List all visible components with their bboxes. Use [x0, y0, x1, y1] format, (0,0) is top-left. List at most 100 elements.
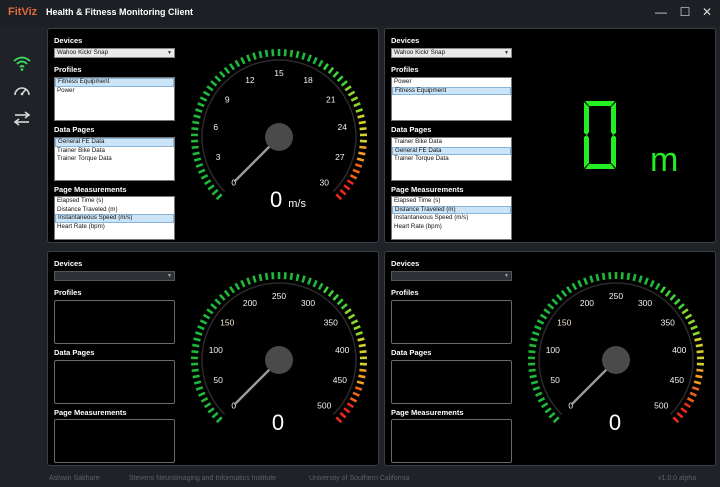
- gauge-scale-tick: [193, 337, 201, 342]
- device-select[interactable]: ▼: [54, 271, 175, 281]
- minimize-button[interactable]: —: [652, 4, 670, 20]
- chevron-down-icon[interactable]: ▼: [167, 50, 172, 56]
- gauge-scale-tick: [696, 368, 704, 373]
- gauge-tick-label: 400: [335, 345, 349, 355]
- gauge-scale-tick: [258, 273, 263, 282]
- gauge-scale-tick: [672, 416, 680, 424]
- list-item[interactable]: Power: [392, 78, 511, 87]
- gauge-scale-tick: [198, 168, 206, 174]
- chevron-down-icon[interactable]: ▼: [504, 50, 509, 56]
- gauge-scale-tick: [654, 282, 661, 291]
- list-item[interactable]: General FE Data: [55, 138, 174, 147]
- list-item[interactable]: Elapsed Time (s): [392, 197, 511, 206]
- maximize-button[interactable]: ☐: [676, 4, 694, 20]
- data-pages-list[interactable]: [391, 360, 512, 404]
- gauge-tick-label: 3: [216, 152, 221, 162]
- gauge-scale-tick: [676, 411, 684, 419]
- gauge-tick-label: 450: [333, 375, 347, 385]
- gauge-scale-tick: [589, 275, 594, 283]
- gauge-scale-tick: [529, 374, 537, 379]
- gauge-scale-tick: [193, 114, 201, 119]
- gauge-scale-tick: [340, 80, 348, 87]
- gauge-scale-tick: [632, 273, 637, 282]
- gauge-scale-tick: [349, 174, 358, 180]
- chevron-down-icon[interactable]: ▼: [167, 273, 172, 279]
- list-item[interactable]: Instantaneous Speed (m/s): [55, 214, 174, 223]
- profiles-list[interactable]: [391, 300, 512, 344]
- close-button[interactable]: ✕: [698, 4, 716, 20]
- list-item[interactable]: Instantaneous Speed (m/s): [392, 214, 511, 223]
- gauge-scale-tick: [358, 120, 366, 125]
- title-bar: FitViz Health & Fitness Monitoring Clien…: [0, 0, 720, 26]
- list-item[interactable]: Fitness Equipment: [392, 86, 511, 95]
- chevron-down-icon[interactable]: ▼: [504, 273, 509, 279]
- speedometer-icon[interactable]: [11, 81, 33, 101]
- readout-value: 0: [271, 410, 285, 435]
- data-pages-list[interactable]: [54, 360, 175, 404]
- gauge-scale-tick: [234, 282, 241, 291]
- gauge-tick-label: 150: [220, 317, 234, 327]
- page-measurements-list[interactable]: Elapsed Time (s) Distance Traveled (m) Ins…: [54, 196, 175, 240]
- gauge-scale-tick: [532, 386, 541, 391]
- profiles-list[interactable]: Fitness Equipment Power: [54, 77, 175, 121]
- gauge-scale-tick: [295, 50, 300, 59]
- gauge-tick-label: 450: [670, 375, 684, 385]
- gauge-scale-tick: [210, 80, 218, 87]
- list-item[interactable]: Distance Traveled (m): [55, 206, 174, 215]
- page-measurements-list[interactable]: [391, 419, 512, 463]
- readout-value: 0: [270, 187, 283, 212]
- device-select[interactable]: Wahoo Kickr Snap ▼: [54, 48, 175, 58]
- swap-arrows-icon[interactable]: [11, 109, 33, 129]
- data-pages-label: Data Pages: [54, 125, 95, 134]
- wifi-icon[interactable]: [11, 54, 33, 74]
- gauge-scale-tick: [195, 386, 204, 391]
- list-item[interactable]: Elapsed Time (s): [55, 197, 174, 206]
- gauge-scale-tick: [283, 49, 287, 57]
- list-item[interactable]: General FE Data: [392, 146, 511, 155]
- list-item[interactable]: Power: [55, 87, 174, 96]
- gauge-scale-tick: [206, 308, 214, 315]
- list-item[interactable]: Fitness Equipment: [55, 78, 174, 87]
- gauge-scale-tick: [191, 145, 199, 150]
- gauge-scale-tick: [192, 343, 200, 348]
- gauge-scale-tick: [677, 303, 685, 310]
- list-item[interactable]: Heart Rate (bpm): [55, 223, 174, 232]
- gauge-scale-tick: [355, 108, 363, 113]
- device-select-value: Wahoo Kickr Snap: [57, 49, 109, 56]
- gauge-scale-tick: [195, 108, 203, 113]
- devices-label: Devices: [54, 259, 83, 268]
- gauge-scale-tick: [336, 298, 344, 306]
- page-measurements-list[interactable]: [54, 419, 175, 463]
- gauge-scale-tick: [289, 272, 294, 281]
- device-select[interactable]: Wahoo Kickr Snap ▼: [391, 48, 512, 58]
- gauge-scale-tick: [690, 325, 698, 331]
- list-item[interactable]: Trainer Bike Data: [55, 147, 174, 156]
- footer-version: v1.0.0 alpha: [658, 475, 697, 482]
- profiles-list[interactable]: [54, 300, 175, 344]
- gauge-scale-tick: [681, 308, 689, 315]
- data-pages-list[interactable]: General FE Data Trainer Bike Data Trainer …: [54, 137, 175, 181]
- gauge-scale-tick: [229, 63, 236, 71]
- list-item[interactable]: Heart Rate (bpm): [392, 223, 511, 232]
- devices-label: Devices: [54, 36, 83, 45]
- gauge-scale-tick: [203, 179, 212, 186]
- list-item[interactable]: Distance Traveled (m): [392, 205, 511, 214]
- list-item[interactable]: Trainer Torque Data: [392, 155, 511, 164]
- monitor-panel-top-left: Devices Wahoo Kickr Snap ▼ Profiles Fitness …: [47, 28, 379, 243]
- gauge-scale-tick: [202, 90, 211, 97]
- gauge-tick-label: 200: [243, 298, 257, 308]
- gauge-scale-tick: [207, 184, 215, 191]
- profiles-list[interactable]: Power Fitness Equipment: [391, 77, 512, 121]
- gauge-scale-tick: [211, 411, 219, 419]
- gauge-scale-tick: [669, 293, 677, 301]
- page-measurements-list[interactable]: Elapsed Time (s) Distance Traveled (m) Ins…: [391, 196, 512, 240]
- device-select[interactable]: ▼: [391, 271, 512, 281]
- gauge-tick-label: 100: [546, 345, 560, 355]
- data-pages-list[interactable]: Trainer Bike Data General FE Data Trainer …: [391, 137, 512, 181]
- list-item[interactable]: Trainer Torque Data: [55, 155, 174, 164]
- gauge-scale-tick: [192, 374, 200, 379]
- gauge-scale-tick: [547, 303, 555, 310]
- gauge-scale-tick: [539, 313, 548, 320]
- gauge-tick-label: 15: [274, 68, 284, 78]
- list-item[interactable]: Trainer Bike Data: [392, 138, 511, 147]
